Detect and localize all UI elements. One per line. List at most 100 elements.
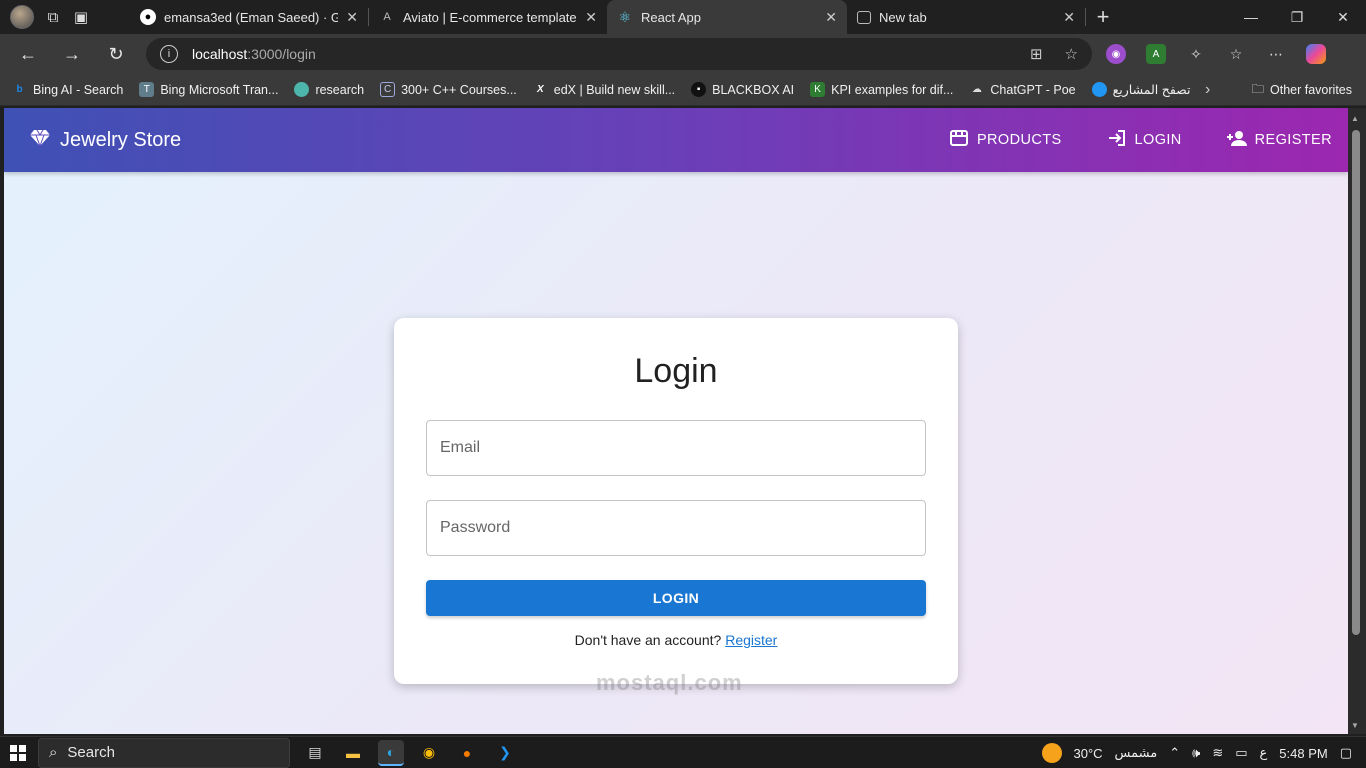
system-tray: 30°C مشمس ⌃ 🕪 ≋ ▭ ع 5:48 PM ▢ <box>1041 737 1366 768</box>
orange-app-icon[interactable]: ● <box>454 740 480 766</box>
bing-icon: b <box>16 84 23 95</box>
profile-avatar[interactable] <box>10 5 34 29</box>
page-viewport: Jewelry Store PRODUCTS LOGIN REGISTER Lo… <box>4 108 1348 734</box>
translate-extension-icon[interactable]: A <box>1146 44 1166 64</box>
nav-register[interactable]: REGISTER <box>1226 130 1332 151</box>
address-input[interactable]: i localhost:3000/login ⊞ ☆ <box>146 38 1092 70</box>
chrome-icon[interactable]: ◉ <box>416 740 442 766</box>
language-indicator[interactable]: ع <box>1260 745 1268 761</box>
notifications-icon[interactable]: ▢ <box>1340 745 1352 761</box>
close-tab-icon[interactable]: ✕ <box>346 9 358 26</box>
tab-title: New tab <box>879 9 927 25</box>
site-info-icon[interactable]: i <box>160 45 178 63</box>
diamond-icon <box>30 129 50 152</box>
scrollbar-thumb[interactable] <box>1352 130 1360 635</box>
close-tab-icon[interactable]: ✕ <box>825 9 837 26</box>
close-tab-icon[interactable]: ✕ <box>1063 9 1075 26</box>
favorite-star-icon[interactable]: ☆ <box>1065 45 1078 63</box>
close-tab-icon[interactable]: ✕ <box>585 9 597 26</box>
react-icon: ⚛ <box>618 8 632 25</box>
favorites-icon[interactable]: ☆ <box>1226 44 1246 64</box>
scroll-up-icon[interactable]: ▲ <box>1351 114 1359 123</box>
email-field[interactable]: Email <box>426 420 926 476</box>
page-scrollbar[interactable]: ▲ ▼ <box>1348 108 1366 734</box>
page-title: Login <box>634 352 718 390</box>
vertical-tabs-icon[interactable]: ▣ <box>72 8 90 26</box>
favorite-label: تصفح المشاريع <box>1112 83 1191 97</box>
copilot-icon[interactable] <box>1306 44 1326 64</box>
favorite-label: 300+ C++ Courses... <box>401 82 517 97</box>
omnibox-actions: ⊞ ☆ <box>1030 38 1078 70</box>
file-explorer-icon[interactable]: ▬ <box>340 740 366 766</box>
mostaql-icon <box>1091 82 1107 97</box>
github-icon: ● <box>140 9 156 25</box>
task-view-icon[interactable]: ▤ <box>302 740 328 766</box>
temperature: 30°C <box>1073 745 1103 761</box>
favorite-link[interactable]: research <box>294 82 364 97</box>
edge-icon[interactable]: ◐ <box>378 739 404 766</box>
weather-text: مشمس <box>1114 745 1158 760</box>
brand[interactable]: Jewelry Store <box>30 129 181 152</box>
back-icon[interactable]: ← <box>6 34 50 74</box>
favorite-link[interactable]: T Bing Microsoft Tran... <box>139 82 278 97</box>
translator-icon: T <box>139 82 155 97</box>
course-icon: C <box>380 82 396 97</box>
tab-react-app[interactable]: ⚛ React App ✕ <box>607 0 847 34</box>
favorite-link[interactable]: ▪ BLACKBOX AI <box>691 82 794 97</box>
wifi-icon[interactable]: ≋ <box>1212 745 1223 761</box>
minimize-icon[interactable]: — <box>1228 0 1274 34</box>
restore-icon[interactable]: ❐ <box>1274 0 1320 34</box>
favorite-label: research <box>315 82 365 97</box>
start-button[interactable] <box>0 737 36 768</box>
favorite-link[interactable]: C 300+ C++ Courses... <box>380 82 517 97</box>
weather-sun-icon[interactable] <box>1041 743 1062 763</box>
url-host: localhost <box>192 46 248 62</box>
scroll-down-icon[interactable]: ▼ <box>1351 721 1359 730</box>
register-link[interactable]: Register <box>725 632 777 648</box>
favorite-link[interactable]: K KPI examples for dif... <box>810 82 953 97</box>
volume-icon[interactable]: 🕪 <box>1192 745 1200 761</box>
password-field[interactable]: Password <box>426 500 926 556</box>
app-available-icon[interactable]: ⊞ <box>1030 45 1043 63</box>
other-favorites[interactable]: 🗀 Other favorites <box>1252 74 1353 106</box>
forward-icon[interactable]: → <box>50 34 94 74</box>
tab-new[interactable]: New tab ✕ <box>847 0 1085 34</box>
more-menu-icon[interactable]: ⋯ <box>1266 44 1286 64</box>
chevron-up-icon[interactable]: ⌃ <box>1169 745 1180 761</box>
favorite-label: edX | Build new skill... <box>553 82 676 97</box>
blackbox-icon: ▪ <box>691 82 707 97</box>
tab-strip: ⧉ ▣ ● emansa3ed (Eman Saeed) · GitHub ✕ … <box>0 0 1366 34</box>
favorite-link[interactable]: تصفح المشاريع <box>1091 82 1191 97</box>
extensions-icon[interactable]: ✧ <box>1186 44 1206 64</box>
nav-label: LOGIN <box>1134 132 1182 148</box>
nav-label: REGISTER <box>1254 132 1332 148</box>
chevron-right-icon[interactable]: › <box>1205 74 1210 106</box>
battery-icon[interactable]: ▭ <box>1235 745 1247 761</box>
login-button[interactable]: LOGIN <box>426 580 926 616</box>
taskbar-search[interactable]: ⌕ Search <box>38 737 290 768</box>
tab-aviato[interactable]: A Aviato | E-commerce template ✕ <box>369 0 607 34</box>
close-window-icon[interactable]: ✕ <box>1320 0 1366 34</box>
favorite-link[interactable]: ☁ ChatGPT - Poe <box>969 82 1076 97</box>
newtab-icon <box>857 10 871 24</box>
address-bar-row: ← → ↻ i localhost:3000/login ⊞ ☆ ◉ A ✧ ☆… <box>0 34 1366 74</box>
nav-login[interactable]: LOGIN <box>1107 129 1182 151</box>
kpi-icon: K <box>810 82 826 97</box>
clock[interactable]: 5:48 PM <box>1279 746 1327 761</box>
taskbar: ⌕ Search ▤ ▬ ◐ ◉ ● ❯ 30°C مشمس ⌃ 🕪 ≋ ▭ ع… <box>0 736 1366 768</box>
search-icon: ⌕ <box>49 744 58 761</box>
workspaces-icon[interactable]: ⧉ <box>44 8 62 26</box>
extension-purple-icon[interactable]: ◉ <box>1106 44 1126 64</box>
folder-icon: 🗀 <box>1251 81 1265 96</box>
tab-strip-left: ⧉ ▣ <box>0 5 130 29</box>
login-card: Login Email Password LOGIN Don't have an… <box>394 318 958 684</box>
new-tab-button[interactable]: + <box>1086 0 1120 34</box>
nav-label: PRODUCTS <box>976 132 1062 148</box>
vscode-icon[interactable]: ❯ <box>492 740 518 766</box>
tab-title: React App <box>641 9 701 25</box>
favorite-link[interactable]: XedX | Build new skill... <box>533 82 675 97</box>
refresh-icon[interactable]: ↻ <box>94 34 138 74</box>
nav-products[interactable]: PRODUCTS <box>949 129 1062 151</box>
tab-github[interactable]: ● emansa3ed (Eman Saeed) · GitHub ✕ <box>130 0 368 34</box>
favorite-link[interactable]: b Bing AI - Search <box>12 82 123 97</box>
